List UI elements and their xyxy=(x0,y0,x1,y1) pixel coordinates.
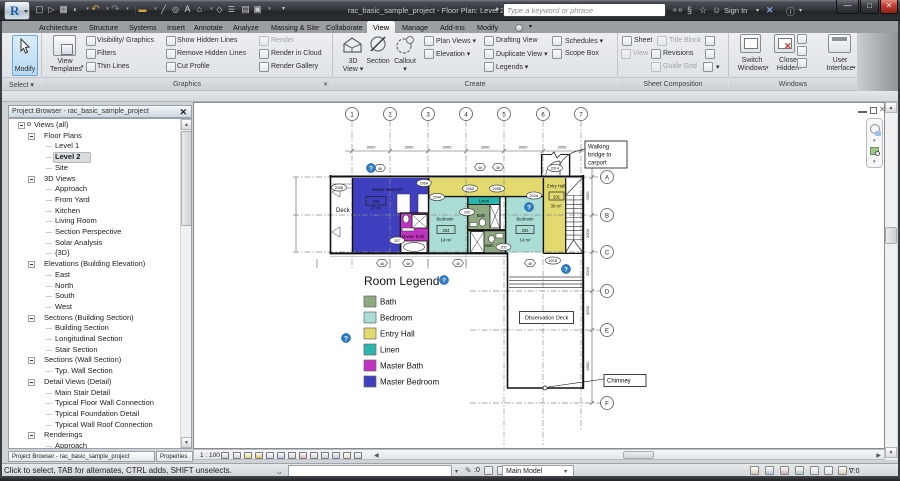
svg-text:204: 204 xyxy=(443,228,451,233)
svg-text:B: B xyxy=(605,214,609,220)
svg-text:206A: 206A xyxy=(466,187,475,191)
svg-text:?: ? xyxy=(442,277,446,284)
svg-text:Observation Deck: Observation Deck xyxy=(525,316,569,322)
svg-text:?: ? xyxy=(344,335,348,342)
svg-text:6000: 6000 xyxy=(585,361,590,371)
svg-text:46: 46 xyxy=(478,166,482,170)
svg-text:C: C xyxy=(605,251,610,257)
svg-text:202A: 202A xyxy=(530,194,539,198)
svg-text:Bath: Bath xyxy=(485,243,494,248)
svg-text:Master Bedroom: Master Bedroom xyxy=(380,378,439,387)
svg-text:Walking: Walking xyxy=(588,145,609,151)
svg-text:Bedroom: Bedroom xyxy=(517,217,535,222)
svg-text:3000: 3000 xyxy=(585,228,590,238)
svg-text:?: ? xyxy=(369,165,373,172)
svg-text:D: D xyxy=(605,290,610,296)
svg-text:Master Bedroom: Master Bedroom xyxy=(372,187,403,192)
svg-text:3000: 3000 xyxy=(519,145,529,150)
svg-text:Master Bath: Master Bath xyxy=(402,234,425,239)
svg-text:Chimney: Chimney xyxy=(607,379,631,385)
svg-text:Entry Hall: Entry Hall xyxy=(547,184,565,189)
svg-text:3000: 3000 xyxy=(585,266,590,276)
svg-text:Master Bath: Master Bath xyxy=(380,362,423,371)
svg-text:E: E xyxy=(605,329,609,335)
svg-text:Linen: Linen xyxy=(380,346,400,355)
svg-text:46: 46 xyxy=(378,167,382,171)
svg-text:?: ? xyxy=(527,204,531,211)
svg-text:A: A xyxy=(605,176,609,182)
svg-text:204A: 204A xyxy=(433,196,442,200)
svg-text:201: 201 xyxy=(553,194,561,199)
svg-text:205B: 205B xyxy=(335,186,344,190)
svg-text:3000: 3000 xyxy=(558,145,568,150)
svg-text:F: F xyxy=(605,402,609,408)
svg-text:46: 46 xyxy=(528,262,532,266)
svg-text:Bedroom: Bedroom xyxy=(437,217,455,222)
svg-text:14 m²: 14 m² xyxy=(441,238,452,243)
svg-text:Room Legend: Room Legend xyxy=(364,274,439,288)
svg-text:Deck: Deck xyxy=(336,208,351,214)
svg-text:Bath: Bath xyxy=(380,298,396,307)
svg-text:Bath: Bath xyxy=(477,213,486,218)
svg-text:201B: 201B xyxy=(549,259,558,263)
svg-text:205: 205 xyxy=(464,211,470,215)
svg-text:201A: 201A xyxy=(551,167,560,171)
svg-text:3000: 3000 xyxy=(481,145,491,150)
svg-text:46: 46 xyxy=(406,262,410,266)
svg-text:46: 46 xyxy=(456,262,460,266)
svg-text:Entry Hall: Entry Hall xyxy=(380,330,415,339)
svg-text:30 m²: 30 m² xyxy=(551,204,562,209)
svg-text:207: 207 xyxy=(394,239,400,243)
svg-text:27 m²: 27 m² xyxy=(371,206,382,211)
svg-text:3000: 3000 xyxy=(585,191,590,201)
svg-text:202: 202 xyxy=(522,228,530,233)
svg-text:Bedroom: Bedroom xyxy=(380,314,413,323)
svg-text:3000: 3000 xyxy=(443,145,453,150)
svg-text:46: 46 xyxy=(380,262,384,266)
svg-text:?: ? xyxy=(564,266,568,273)
svg-text:carport: carport xyxy=(588,161,607,167)
svg-text:46: 46 xyxy=(496,166,500,170)
svg-text:Linen: Linen xyxy=(479,199,490,204)
svg-text:3000: 3000 xyxy=(405,145,415,150)
svg-text:3000: 3000 xyxy=(585,305,590,315)
svg-text:203: 203 xyxy=(501,246,507,250)
svg-text:206A: 206A xyxy=(420,182,429,186)
svg-text:3000: 3000 xyxy=(367,145,377,150)
svg-text:206: 206 xyxy=(373,199,381,204)
svg-text:14 m²: 14 m² xyxy=(520,238,531,243)
svg-text:bridge to: bridge to xyxy=(588,153,612,159)
svg-text:206B: 206B xyxy=(493,187,502,191)
